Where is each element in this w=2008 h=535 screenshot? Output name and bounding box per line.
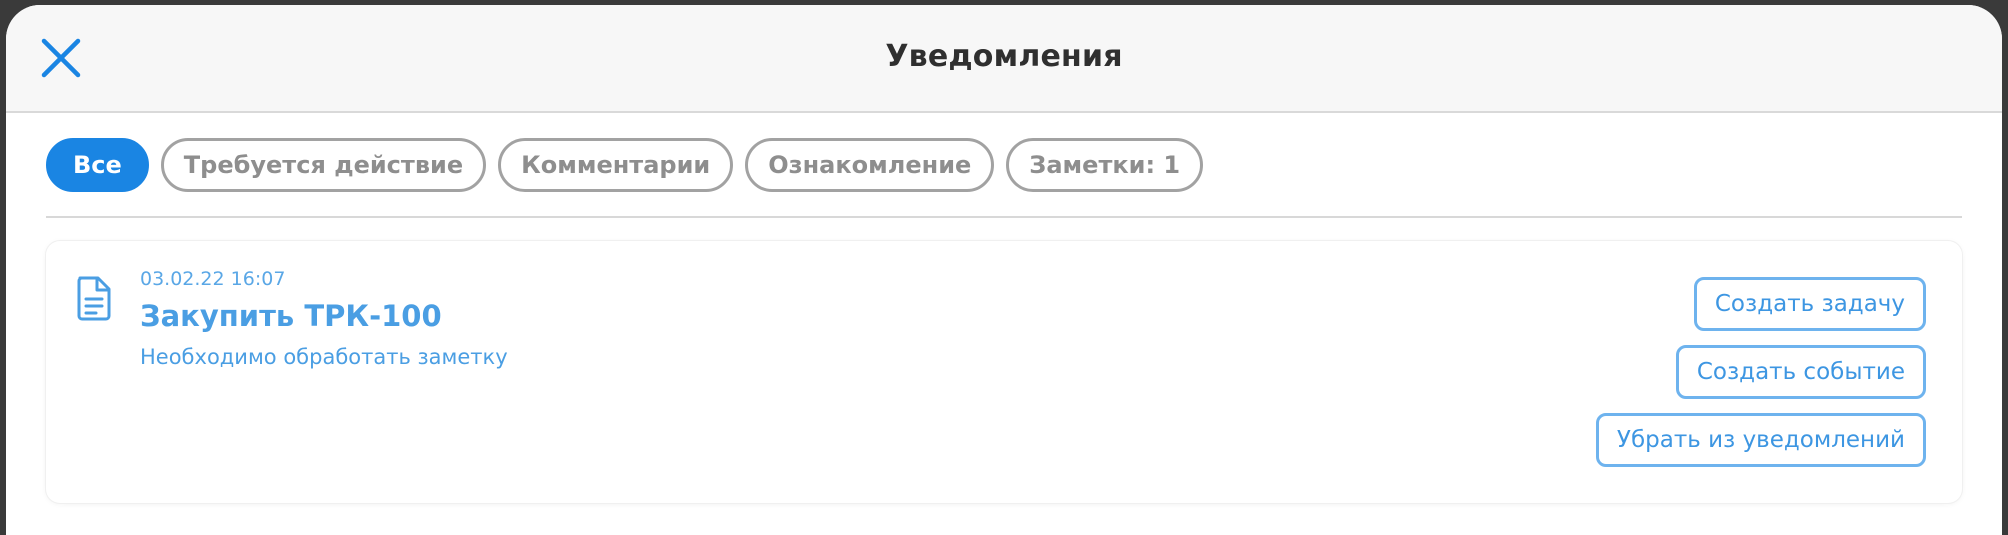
- notification-subtitle: Необходимо обработать заметку: [140, 345, 508, 369]
- create-event-button[interactable]: Создать событие: [1675, 345, 1926, 399]
- notification-card: 03.02.22 16:07 Закупить ТРК-100 Необходи…: [46, 241, 1962, 503]
- filter-tabs: Все Требуется действие Комментарии Ознак…: [46, 138, 1204, 192]
- header: Уведомления: [6, 5, 2002, 113]
- filter-acknowledgement[interactable]: Ознакомление: [745, 138, 995, 192]
- divider: [46, 216, 1962, 218]
- filter-action-required[interactable]: Требуется действие: [160, 138, 487, 192]
- filter-comments[interactable]: Комментарии: [498, 138, 734, 192]
- notification-timestamp: 03.02.22 16:07: [140, 268, 286, 290]
- notifications-window: Уведомления Все Требуется действие Комме…: [6, 5, 2002, 535]
- filter-notes[interactable]: Заметки: 1: [1006, 138, 1204, 192]
- notification-actions: Создать задачу Создать событие Убрать из…: [1595, 277, 1926, 467]
- document-icon: [77, 276, 111, 321]
- page-title: Уведомления: [885, 39, 1123, 74]
- filter-all[interactable]: Все: [46, 138, 149, 192]
- remove-notification-button[interactable]: Убрать из уведомлений: [1595, 413, 1926, 467]
- create-task-button[interactable]: Создать задачу: [1693, 277, 1926, 331]
- notification-title[interactable]: Закупить ТРК-100: [140, 299, 442, 333]
